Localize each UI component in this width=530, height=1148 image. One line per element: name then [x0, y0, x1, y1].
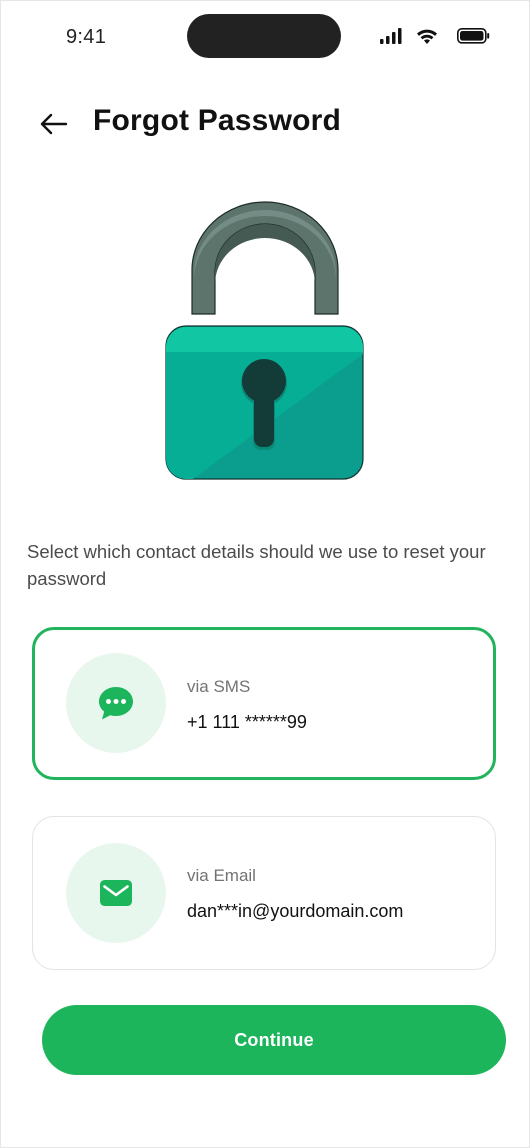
page-title: Forgot Password: [93, 104, 342, 137]
option-sms[interactable]: via SMS +1 111 ******99: [32, 627, 496, 780]
chat-bubble-icon: [99, 687, 133, 720]
back-button[interactable]: [34, 106, 74, 142]
option-email[interactable]: via Email dan***in@yourdomain.com: [32, 816, 496, 970]
sms-icon-circle: [66, 653, 166, 753]
cellular-signal-icon: [380, 28, 402, 44]
padlock-shackle: [191, 201, 339, 315]
wifi-icon: [417, 29, 437, 44]
option-email-label: via Email: [187, 866, 256, 885]
padlock-illustration: [160, 200, 370, 490]
envelope-icon: [100, 880, 132, 906]
arrow-left-icon: [40, 113, 68, 135]
email-icon-circle: [66, 843, 166, 943]
dynamic-island: [187, 14, 341, 58]
option-sms-label: via SMS: [187, 677, 251, 696]
option-email-value: dan***in@yourdomain.com: [187, 901, 404, 921]
battery-icon: [457, 28, 490, 44]
status-icons: [380, 27, 490, 47]
status-time: 9:41: [66, 26, 107, 48]
continue-button[interactable]: Continue: [42, 1005, 506, 1075]
option-sms-value: +1 111 ******99: [187, 712, 307, 732]
instruction-text: Select which contact details should we u…: [27, 541, 486, 589]
